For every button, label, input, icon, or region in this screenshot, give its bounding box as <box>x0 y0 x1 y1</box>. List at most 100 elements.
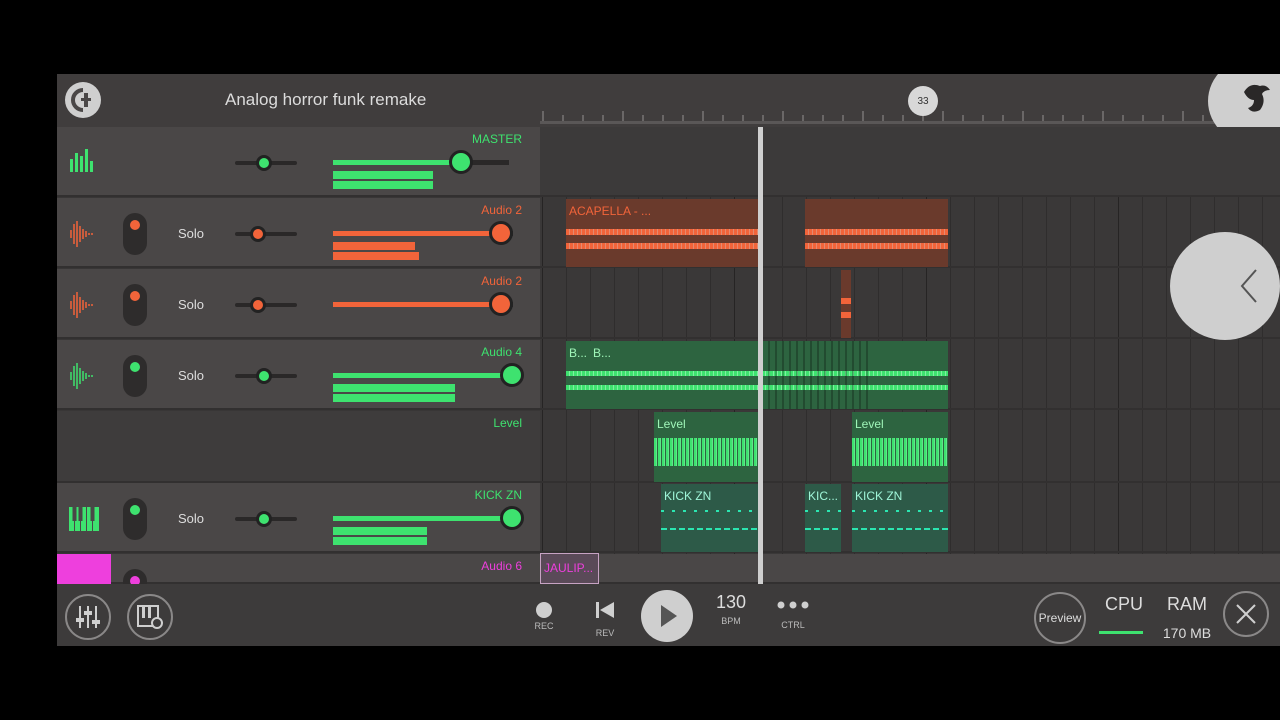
track-audio-4[interactable]: Solo Audio 4 <box>57 340 540 410</box>
pan-slider[interactable] <box>235 226 297 242</box>
level-meter <box>333 252 419 260</box>
pattern-clip-kick-3[interactable]: KICK ZN <box>852 484 948 552</box>
timeline-tick <box>722 115 724 121</box>
pattern-clip-kick[interactable]: KICK ZN <box>661 484 758 552</box>
mixer-faders-icon <box>76 606 100 628</box>
record-button[interactable]: REC <box>533 596 555 631</box>
pattern-clip-kick-2[interactable]: KIC... <box>805 484 841 552</box>
track-kick-zn[interactable]: Solo KICK ZN <box>57 483 540 553</box>
pan-slider[interactable] <box>235 368 297 384</box>
audio-clip-short[interactable] <box>841 270 851 338</box>
record-arm-toggle[interactable] <box>123 284 147 326</box>
pan-knob[interactable] <box>256 511 272 527</box>
timeline-tick <box>1062 115 1064 121</box>
audio-clip-acapella[interactable]: ACAPELLA - ... <box>566 199 758 267</box>
ram-value: 170 MB <box>1162 625 1212 641</box>
instrument-settings-button[interactable] <box>127 594 173 640</box>
record-arm-toggle[interactable] <box>123 498 147 540</box>
volume-knob[interactable] <box>449 150 473 174</box>
record-arm-toggle[interactable] <box>123 213 147 255</box>
ctrl-button[interactable]: CTRL <box>773 598 813 630</box>
play-button[interactable] <box>641 590 693 642</box>
audio-clip-acapella-2[interactable] <box>805 199 948 267</box>
solo-button[interactable]: Solo <box>178 511 204 526</box>
playhead[interactable] <box>758 127 763 584</box>
clip-label: JAULIP... <box>544 561 594 575</box>
clip-label: ACAPELLA - ... <box>569 204 652 218</box>
waveform <box>841 298 851 304</box>
track-name: MASTER <box>471 132 522 146</box>
solo-button[interactable]: Solo <box>178 226 204 241</box>
tempo-control[interactable]: 130 BPM <box>709 592 753 626</box>
volume-knob[interactable] <box>489 292 513 316</box>
record-arm-toggle[interactable] <box>123 355 147 397</box>
timeline-tick <box>762 115 764 121</box>
volume-slider[interactable] <box>333 373 513 378</box>
pan-slider[interactable] <box>235 511 297 527</box>
solo-button[interactable]: Solo <box>178 297 204 312</box>
automation-clip-level-2[interactable]: Level <box>852 412 948 482</box>
skip-back-icon <box>596 602 614 618</box>
pan-knob[interactable] <box>250 297 266 313</box>
track-name: Audio 2 <box>481 274 522 288</box>
waveform <box>654 438 758 466</box>
track-name: Level <box>493 416 522 430</box>
volume-fill <box>333 516 511 521</box>
volume-slider[interactable] <box>333 516 513 521</box>
audio-wave-icon <box>70 363 93 389</box>
pan-slider[interactable] <box>235 297 297 313</box>
waveform <box>566 371 948 376</box>
top-bar: Analog horror funk remake 33 <box>57 74 1280 127</box>
pan-knob[interactable] <box>256 155 272 171</box>
volume-slider[interactable] <box>333 160 509 165</box>
volume-knob[interactable] <box>500 363 524 387</box>
volume-knob[interactable] <box>489 221 513 245</box>
clip-slices <box>761 341 871 409</box>
timeline-base <box>540 121 1280 124</box>
pan-slider[interactable] <box>235 155 297 171</box>
volume-fill <box>333 231 501 236</box>
volume-knob[interactable] <box>500 506 524 530</box>
lane-audio-2b <box>540 269 1280 339</box>
pan-knob[interactable] <box>256 368 272 384</box>
timeline-tick <box>702 111 704 121</box>
solo-button[interactable]: Solo <box>178 368 204 383</box>
audio-wave-icon <box>70 221 93 247</box>
arrangement-grid[interactable]: ACAPELLA - ... B... B... Level Level KIC… <box>540 127 1280 584</box>
close-button[interactable] <box>1223 591 1269 637</box>
track-audio-2b[interactable]: Solo Audio 2 <box>57 269 540 339</box>
automation-clip-level[interactable]: Level <box>654 412 758 482</box>
level-meter <box>333 181 433 189</box>
waveform <box>805 243 948 249</box>
timeline-tick <box>1182 111 1184 121</box>
timeline-tick <box>862 111 864 121</box>
playhead-position-marker[interactable]: 33 <box>908 86 938 116</box>
fl-menu-button[interactable] <box>65 82 101 118</box>
app-window: Analog horror funk remake 33 MASTER Solo… <box>57 74 1280 646</box>
audio-clip-b[interactable]: B... B... <box>566 341 948 409</box>
pattern-notes <box>852 510 948 512</box>
audio-clip-jaulip[interactable]: JAULIP... <box>540 553 599 584</box>
rewind-button[interactable]: REV <box>591 596 619 638</box>
track-name: KICK ZN <box>474 488 522 502</box>
piano-gear-icon <box>137 605 163 629</box>
track-audio-2[interactable]: Solo Audio 2 <box>57 198 540 268</box>
waveform <box>566 385 948 390</box>
timeline-tick <box>1102 111 1104 121</box>
volume-slider[interactable] <box>333 302 513 307</box>
mixer-bars-icon <box>70 149 93 172</box>
timeline-tick <box>942 111 944 121</box>
close-icon <box>1236 604 1256 624</box>
volume-slider[interactable] <box>333 231 513 236</box>
record-dot <box>130 291 140 301</box>
record-dot <box>130 362 140 372</box>
side-panel-toggle-button[interactable] <box>1170 232 1280 340</box>
preview-button[interactable]: Preview <box>1034 592 1086 644</box>
record-label: REC <box>534 621 554 631</box>
track-level-automation[interactable]: Level <box>57 411 540 483</box>
timeline-tick <box>1042 115 1044 121</box>
track-audio-6[interactable]: Audio 6 <box>57 554 540 599</box>
mixer-button[interactable] <box>65 594 111 640</box>
track-master[interactable]: MASTER <box>57 127 540 197</box>
pan-knob[interactable] <box>250 226 266 242</box>
